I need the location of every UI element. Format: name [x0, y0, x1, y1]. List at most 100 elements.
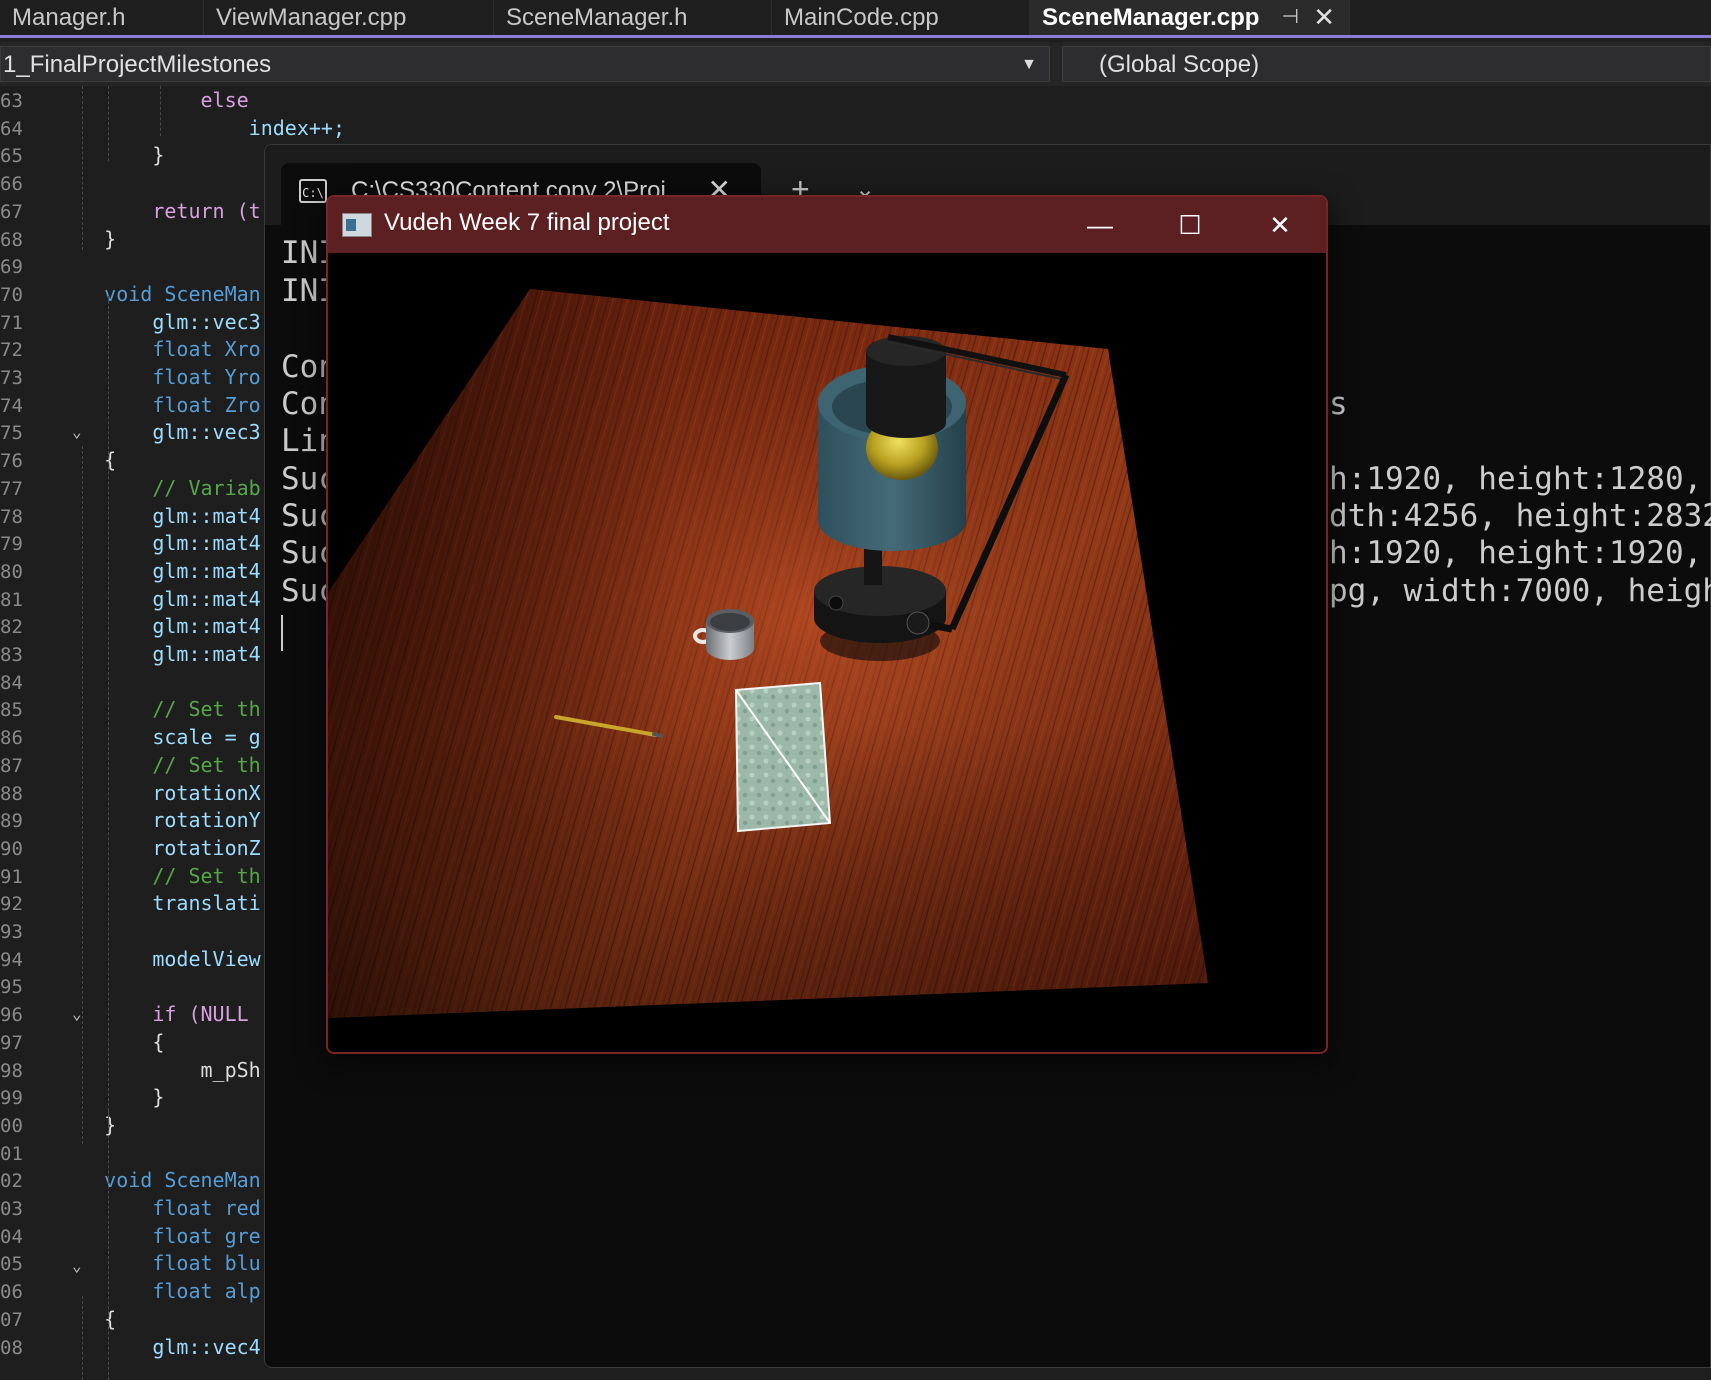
tab-manager-h[interactable]: Manager.h — [0, 0, 204, 35]
terminal-line-overflow: s — [1329, 386, 1348, 422]
line-number: 86 — [0, 727, 23, 750]
tab-label: Manager.h — [12, 4, 126, 31]
line-number: 75 — [0, 422, 23, 445]
line-number: 91 — [0, 865, 23, 888]
line-number: 88 — [0, 782, 23, 805]
code-line: glm::mat4 — [56, 558, 261, 583]
indent-guide — [108, 296, 109, 1126]
code-line: float alp — [56, 1279, 261, 1304]
pin-icon[interactable]: ⊣ — [1282, 0, 1299, 35]
indent-guide — [82, 1296, 83, 1380]
code-line: } — [56, 143, 165, 168]
line-number: 89 — [0, 810, 23, 833]
line-number: 68 — [0, 228, 23, 251]
3d-scene-viewport[interactable] — [328, 253, 1326, 1052]
indent-guide — [108, 86, 109, 161]
line-number: 87 — [0, 754, 23, 777]
code-line: { — [56, 1029, 165, 1054]
code-line: glm::mat4 — [56, 642, 261, 666]
line-number: 06 — [0, 1281, 23, 1304]
code-line: // Set th — [56, 752, 261, 777]
code-line: float Zro — [56, 392, 261, 417]
indent-guide — [160, 86, 161, 136]
code-line: rotationY — [56, 808, 261, 833]
line-number: 94 — [0, 948, 23, 971]
line-number: 80 — [0, 560, 23, 583]
line-number: 64 — [0, 117, 23, 140]
code-line: else — [56, 88, 249, 112]
code-line: // Variab — [56, 475, 261, 500]
line-number: 00 — [0, 1114, 23, 1137]
code-line: m_pSh — [56, 1057, 261, 1082]
code-line: float red — [56, 1196, 261, 1220]
line-number: 82 — [0, 616, 23, 639]
code-line: // Set th — [56, 697, 261, 722]
line-number: 84 — [0, 671, 23, 694]
notepad — [734, 681, 832, 833]
line-number: 99 — [0, 1087, 23, 1110]
window-titlebar[interactable]: Vudeh Week 7 final project — ☐ ✕ — [328, 197, 1326, 253]
code-line: if (NULL — [56, 1002, 249, 1027]
line-number: 96 — [0, 1004, 23, 1027]
code-line: void SceneMan — [56, 281, 261, 306]
tab-label: SceneManager.h — [506, 4, 688, 31]
code-line: glm::mat4 — [56, 614, 261, 639]
line-number: 08 — [0, 1336, 23, 1359]
window-title: Vudeh Week 7 final project — [384, 209, 670, 236]
line-number: 02 — [0, 1170, 23, 1193]
code-line: float Yro — [56, 365, 261, 389]
app-icon — [342, 213, 372, 237]
terminal-line-overflow: h:1920, height:1280, c — [1329, 461, 1711, 497]
fold-chevron-icon[interactable]: ⌄ — [72, 422, 82, 441]
code-line: glm::vec4 — [56, 1334, 261, 1359]
code-line: float gre — [56, 1223, 261, 1248]
line-number: 97 — [0, 1031, 23, 1054]
tab-scenemanager-cpp[interactable]: SceneManager.cpp ⊣ ✕ — [1030, 0, 1350, 35]
tab-scenemanager-h[interactable]: SceneManager.h — [494, 0, 772, 35]
code-line: glm::vec3 — [56, 309, 261, 334]
line-number: 93 — [0, 921, 23, 943]
code-line: } — [56, 1085, 165, 1110]
line-number: 92 — [0, 893, 23, 916]
tab-label: ViewManager.cpp — [216, 4, 407, 31]
table-top — [328, 289, 1208, 1018]
code-line: rotationZ — [56, 835, 261, 860]
maximize-button[interactable]: ☐ — [1144, 197, 1236, 253]
tab-label: MainCode.cpp — [784, 4, 939, 31]
line-number: 74 — [0, 394, 23, 417]
code-line: void SceneMan — [56, 1168, 261, 1193]
line-number: 70 — [0, 283, 23, 306]
code-line: scale = g — [56, 725, 261, 750]
line-number: 77 — [0, 477, 23, 500]
fold-chevron-icon[interactable]: ⌄ — [72, 1004, 82, 1023]
line-number: 90 — [0, 837, 23, 860]
line-number: 67 — [0, 200, 23, 223]
line-number: 65 — [0, 145, 23, 168]
tab-maincode-cpp[interactable]: MainCode.cpp — [772, 0, 1030, 35]
line-number: 85 — [0, 699, 23, 722]
close-icon[interactable]: ✕ — [1313, 0, 1335, 35]
code-line: index++; — [56, 115, 345, 140]
fold-chevron-icon[interactable]: ⌄ — [72, 1256, 82, 1275]
code-line: float Xro — [56, 337, 261, 362]
indent-guide — [82, 446, 83, 1144]
minimize-button[interactable]: — — [1054, 197, 1146, 253]
terminal-line-overflow: h:1920, height:1920, c — [1329, 535, 1711, 571]
terminal-line-overflow: dth:4256, height:2832 — [1329, 498, 1711, 534]
indent-guide — [82, 86, 83, 250]
line-number: 76 — [0, 450, 23, 473]
line-number: 78 — [0, 505, 23, 528]
terminal-icon: C:\ — [299, 179, 327, 203]
code-line: // Set th — [56, 863, 261, 888]
opengl-app-window[interactable]: Vudeh Week 7 final project — ☐ ✕ — [326, 195, 1328, 1054]
scope-dropdown[interactable]: (Global Scope) — [1062, 46, 1711, 82]
close-button[interactable]: ✕ — [1234, 197, 1326, 253]
navigation-bar: 1_FinalProjectMilestones ▼ (Global Scope… — [0, 42, 1711, 86]
project-dropdown[interactable]: 1_FinalProjectMilestones ▼ — [0, 46, 1050, 82]
line-number: 98 — [0, 1059, 23, 1082]
line-number: 63 — [0, 90, 23, 112]
tab-viewmanager-cpp[interactable]: ViewManager.cpp — [204, 0, 494, 35]
code-line: glm::vec3 — [56, 420, 261, 445]
code-line: float blu — [56, 1251, 261, 1276]
chevron-down-icon[interactable]: ▼ — [1021, 47, 1037, 83]
